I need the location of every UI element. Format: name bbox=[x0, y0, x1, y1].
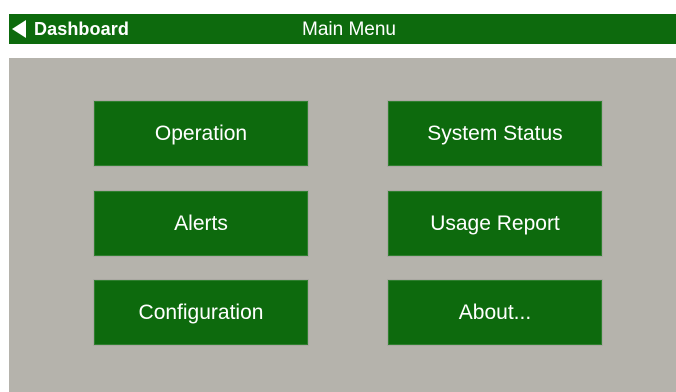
back-arrow-icon bbox=[12, 20, 26, 38]
menu-panel: Operation System Status Alerts Usage Rep… bbox=[9, 58, 676, 392]
alerts-button[interactable]: Alerts bbox=[94, 191, 308, 256]
page-title: Main Menu bbox=[302, 19, 396, 40]
back-button-label: Dashboard bbox=[34, 18, 129, 39]
usage-report-button[interactable]: Usage Report bbox=[388, 191, 602, 256]
configuration-button[interactable]: Configuration bbox=[94, 280, 308, 345]
dashboard-back-button[interactable]: Dashboard bbox=[12, 14, 129, 44]
system-status-button[interactable]: System Status bbox=[388, 101, 602, 166]
about-button[interactable]: About... bbox=[388, 280, 602, 345]
operation-button[interactable]: Operation bbox=[94, 101, 308, 166]
main-menu-screen: Dashboard Main Menu Operation System Sta… bbox=[0, 0, 676, 392]
header-bar: Dashboard Main Menu bbox=[9, 14, 676, 44]
